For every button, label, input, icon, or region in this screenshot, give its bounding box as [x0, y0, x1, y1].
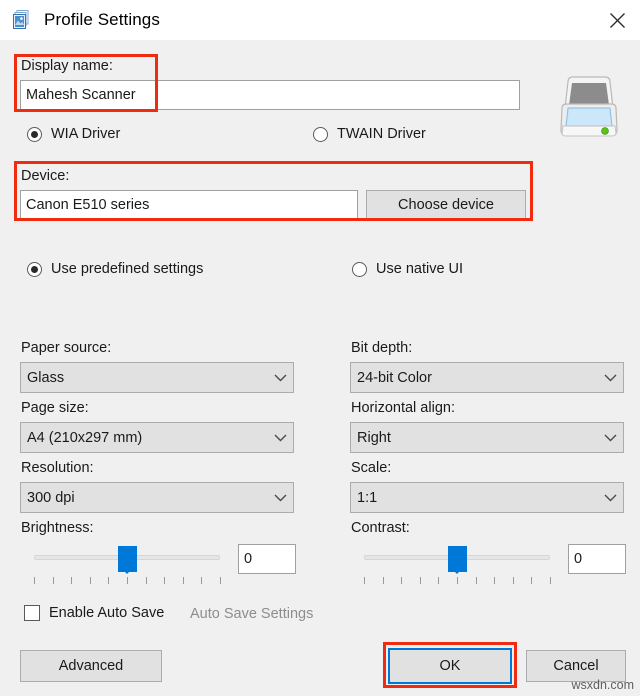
radio-use-native-ui-label: Use native UI: [376, 261, 464, 277]
brightness-slider-thumb[interactable]: [117, 546, 137, 574]
page-size-value: A4 (210x297 mm): [27, 429, 143, 446]
radio-twain-driver[interactable]: TWAIN Driver: [313, 126, 426, 142]
auto-save-settings-link: Auto Save Settings: [190, 606, 314, 622]
chevron-down-icon: [267, 483, 293, 512]
page-size-label: Page size:: [21, 400, 89, 416]
contrast-value-input[interactable]: 0: [568, 544, 626, 574]
bit-depth-value: 24-bit Color: [357, 369, 432, 386]
radio-use-native-ui-indicator: [352, 261, 367, 277]
resolution-value: 300 dpi: [27, 489, 75, 506]
profile-settings-icon: [12, 9, 34, 31]
paper-source-value: Glass: [27, 369, 65, 386]
bit-depth-select[interactable]: 24-bit Color: [350, 362, 624, 393]
enable-auto-save-label: Enable Auto Save: [49, 605, 165, 621]
brightness-label: Brightness:: [21, 520, 94, 536]
brightness-slider-ticks: [34, 577, 221, 585]
enable-auto-save-checkbox-box: [24, 605, 40, 621]
scale-label: Scale:: [351, 460, 392, 476]
bit-depth-label: Bit depth:: [351, 340, 413, 356]
radio-wia-driver[interactable]: WIA Driver: [27, 126, 120, 142]
scanner-icon: [556, 70, 622, 151]
contrast-slider-ticks: [364, 577, 551, 585]
page-size-select[interactable]: A4 (210x297 mm): [20, 422, 294, 453]
radio-wia-driver-label: WIA Driver: [51, 126, 121, 142]
radio-twain-driver-label: TWAIN Driver: [337, 126, 426, 142]
resolution-label: Resolution:: [21, 460, 94, 476]
ok-button[interactable]: OK: [388, 648, 512, 684]
advanced-button[interactable]: Advanced: [20, 650, 162, 682]
scale-value: 1:1: [357, 489, 378, 506]
title-bar: Profile Settings: [0, 0, 640, 40]
radio-twain-driver-indicator: [313, 126, 328, 142]
scale-select[interactable]: 1:1: [350, 482, 624, 513]
radio-use-predefined-settings[interactable]: Use predefined settings: [27, 261, 203, 277]
chevron-down-icon: [267, 423, 293, 452]
chevron-down-icon: [597, 483, 623, 512]
horizontal-align-value: Right: [357, 429, 391, 446]
close-icon[interactable]: [594, 0, 640, 40]
horizontal-align-select[interactable]: Right: [350, 422, 624, 453]
enable-auto-save-checkbox[interactable]: Enable Auto Save: [24, 605, 164, 621]
contrast-slider[interactable]: [364, 543, 551, 587]
window-title: Profile Settings: [44, 10, 160, 29]
radio-use-predefined-settings-label: Use predefined settings: [51, 261, 204, 277]
display-name-input[interactable]: Mahesh Scanner: [20, 80, 520, 110]
paper-source-select[interactable]: Glass: [20, 362, 294, 393]
display-name-label: Display name:: [21, 58, 113, 74]
radio-wia-driver-indicator: [27, 126, 42, 142]
brightness-slider[interactable]: [34, 543, 221, 587]
watermark: wsxdn.com: [571, 678, 634, 692]
resolution-select[interactable]: 300 dpi: [20, 482, 294, 513]
contrast-label: Contrast:: [351, 520, 410, 536]
contrast-slider-thumb[interactable]: [447, 546, 467, 574]
radio-use-predefined-settings-indicator: [27, 261, 42, 277]
chevron-down-icon: [597, 423, 623, 452]
dialog-body: Display name: Mahesh Scanner WIA Driver …: [0, 40, 640, 696]
choose-device-button[interactable]: Choose device: [366, 190, 526, 220]
device-input[interactable]: Canon E510 series: [20, 190, 358, 220]
paper-source-label: Paper source:: [21, 340, 112, 356]
radio-use-native-ui[interactable]: Use native UI: [352, 261, 463, 277]
horizontal-align-label: Horizontal align:: [351, 400, 455, 416]
brightness-value-input[interactable]: 0: [238, 544, 296, 574]
chevron-down-icon: [597, 363, 623, 392]
device-label: Device:: [21, 168, 70, 184]
chevron-down-icon: [267, 363, 293, 392]
